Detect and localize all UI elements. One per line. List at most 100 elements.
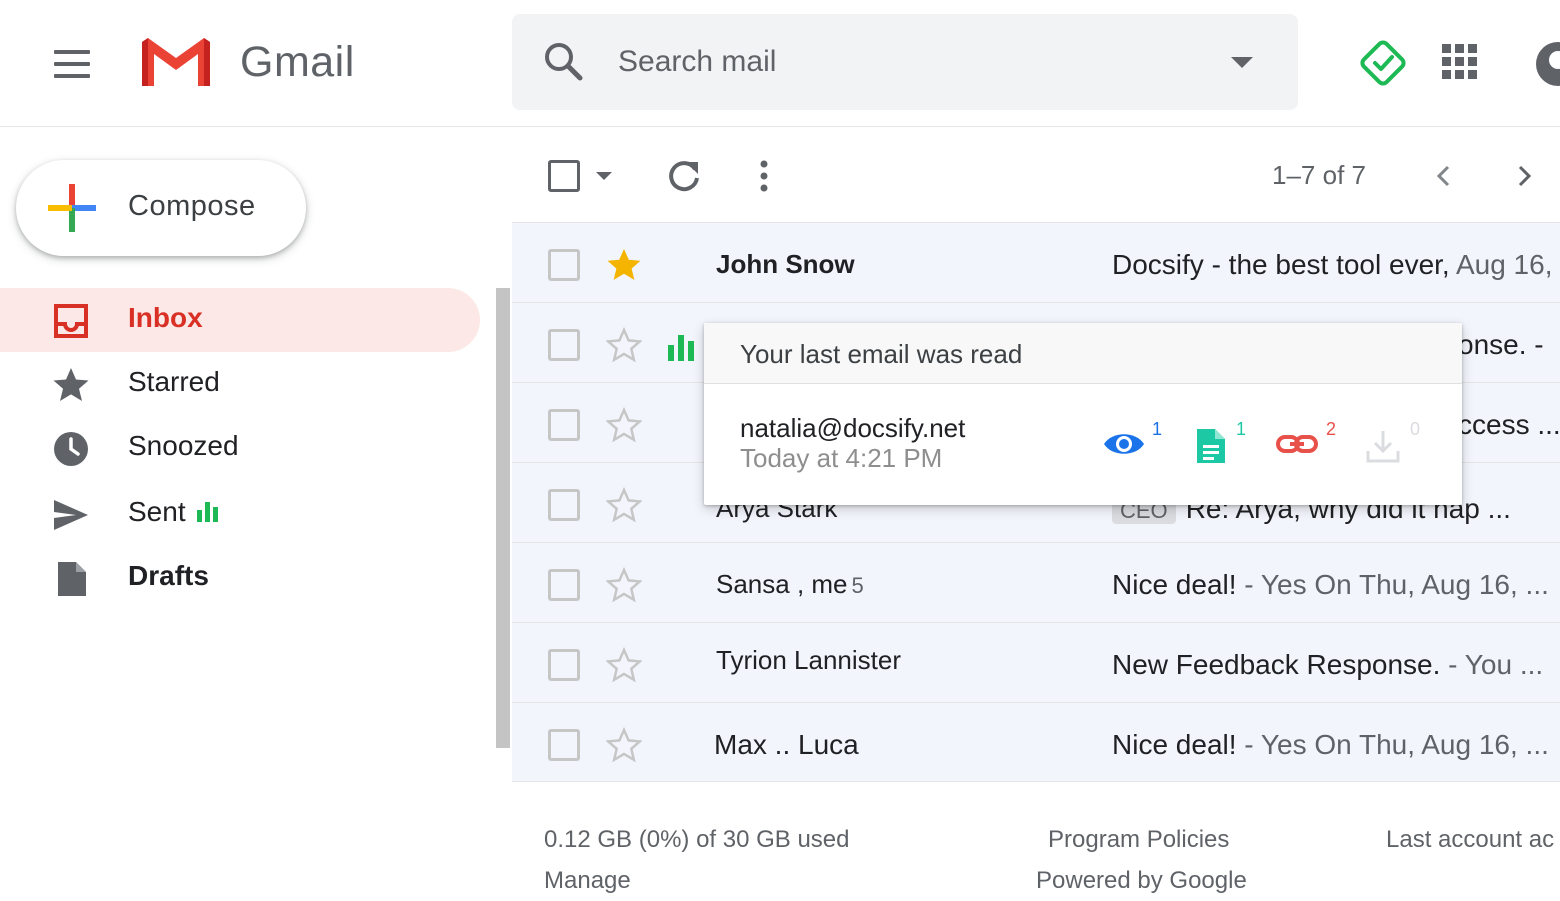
google-apps-grid-icon[interactable] xyxy=(1438,40,1482,84)
tracking-stats-icon[interactable] xyxy=(196,500,220,522)
send-icon xyxy=(54,500,88,530)
email-subject-line: New Feedback Response. - You ... xyxy=(1112,649,1543,681)
compose-button[interactable]: Compose xyxy=(16,160,306,256)
sidebar-item-label: Inbox xyxy=(128,302,203,333)
email-snippet: Aug 16, xyxy=(1449,249,1553,280)
read-timestamp: Today at 4:21 PM xyxy=(740,443,943,473)
docsify-extension-icon[interactable] xyxy=(1358,38,1408,88)
search-bar[interactable] xyxy=(512,14,1298,110)
star-icon xyxy=(53,368,89,401)
chevron-right-icon[interactable] xyxy=(1508,160,1540,192)
read-receipt-popup: Your last email was read natalia@docsify… xyxy=(704,323,1462,505)
email-snippet: - Yes On Thu, Aug 16, ... xyxy=(1236,569,1549,600)
link-icon xyxy=(1276,435,1318,453)
row-checkbox[interactable] xyxy=(548,649,580,681)
sidebar-item-snoozed[interactable]: Snoozed xyxy=(0,416,480,480)
email-snippet: - You ... xyxy=(1440,649,1544,680)
draft-icon xyxy=(58,562,86,596)
sidebar-item-label: Drafts xyxy=(128,560,209,591)
star-outline-icon[interactable] xyxy=(606,647,642,683)
select-all-checkbox[interactable] xyxy=(548,160,580,192)
email-subject: Nice deal! xyxy=(1112,569,1237,600)
star-outline-icon[interactable] xyxy=(606,487,642,523)
links-metric[interactable]: 2 xyxy=(1276,419,1348,465)
email-row[interactable]: John Snow Docsify - the best tool ever, … xyxy=(512,222,1560,302)
email-sender: Max .. Luca xyxy=(714,729,859,760)
chevron-left-icon[interactable] xyxy=(1428,160,1460,192)
compose-plus-icon xyxy=(48,184,96,232)
gmail-wordmark[interactable]: Gmail xyxy=(240,38,355,87)
manage-storage-link[interactable]: Manage xyxy=(544,867,631,895)
sidebar-item-inbox[interactable]: Inbox xyxy=(0,288,480,352)
documents-metric[interactable]: 1 xyxy=(1194,419,1266,465)
star-outline-icon[interactable] xyxy=(606,727,642,763)
star-outline-icon[interactable] xyxy=(606,327,642,363)
email-subject: Nice deal! xyxy=(1112,729,1237,760)
email-list: John Snow Docsify - the best tool ever, … xyxy=(512,222,1560,788)
row-checkbox[interactable] xyxy=(548,409,580,441)
search-options-caret-icon[interactable] xyxy=(1226,48,1258,76)
email-subject: Docsify - the best tool ever, xyxy=(1112,249,1450,280)
document-icon xyxy=(1197,429,1225,463)
storage-usage: 0.12 GB (0%) of 30 GB used xyxy=(544,826,850,853)
email-subject-line: Docsify - the best tool ever, Aug 16, xyxy=(1112,249,1552,281)
email-subject: New Feedback Response. xyxy=(1112,649,1441,680)
email-snippet: onse. - xyxy=(1458,329,1544,360)
star-filled-icon[interactable] xyxy=(606,247,642,283)
row-checkbox[interactable] xyxy=(548,569,580,601)
inbox-icon xyxy=(54,304,88,338)
popup-header: Your last email was read xyxy=(704,323,1462,384)
email-sender: John Snow xyxy=(716,249,855,279)
more-options-icon[interactable] xyxy=(750,156,778,196)
last-account-activity: Last account ac xyxy=(1386,826,1555,853)
email-snippet: ccess ... xyxy=(1458,409,1560,440)
email-snippet: - Yes On Thu, Aug 16, ... xyxy=(1236,729,1549,760)
sidebar-item-drafts[interactable]: Drafts xyxy=(0,546,480,610)
compose-label: Compose xyxy=(128,190,256,222)
header-bar: Gmail xyxy=(0,0,1560,127)
gmail-logo-icon[interactable] xyxy=(138,34,214,90)
views-metric[interactable]: 1 xyxy=(1102,419,1174,465)
select-options-caret-icon[interactable] xyxy=(592,168,616,184)
main-menu-button[interactable] xyxy=(48,40,96,88)
tracking-stats-icon[interactable] xyxy=(666,333,696,361)
account-avatar-icon[interactable] xyxy=(1534,40,1560,88)
downloads-metric[interactable]: 0 xyxy=(1364,419,1436,465)
search-input[interactable] xyxy=(616,36,1180,88)
email-row[interactable]: Max .. Luca Nice deal! - Yes On Thu, Aug… xyxy=(512,702,1560,782)
email-row[interactable]: Sansa , me 5 Nice deal! - Yes On Thu, Aug… xyxy=(512,542,1560,622)
sidebar-item-label: Sent xyxy=(128,496,186,527)
email-sender: Sansa , me xyxy=(716,569,848,599)
clock-icon xyxy=(54,432,88,466)
row-checkbox[interactable] xyxy=(548,489,580,521)
email-sender: Tyrion Lannister xyxy=(716,645,901,675)
sidebar-scrollbar[interactable] xyxy=(496,288,510,748)
refresh-icon[interactable] xyxy=(664,156,704,196)
sidebar-item-sent[interactable]: Sent xyxy=(0,482,480,546)
pagination-count: 1–7 of 7 xyxy=(1272,160,1366,190)
email-subject-line: Nice deal! - Yes On Thu, Aug 16, ... xyxy=(1112,569,1549,601)
popup-title: Your last email was read xyxy=(740,339,1023,369)
thread-count: 5 xyxy=(851,573,864,598)
sidebar-item-label: Starred xyxy=(128,366,220,397)
row-checkbox[interactable] xyxy=(548,249,580,281)
email-subject-line: Nice deal! - Yes On Thu, Aug 16, ... xyxy=(1112,729,1549,761)
links-count: 2 xyxy=(1326,419,1337,439)
email-sender-group: Sansa , me 5 xyxy=(716,569,864,600)
eye-icon xyxy=(1104,434,1144,454)
downloads-count: 0 xyxy=(1410,419,1421,439)
sidebar-item-label: Snoozed xyxy=(128,430,239,461)
documents-count: 1 xyxy=(1236,419,1247,439)
sidebar-item-starred[interactable]: Starred xyxy=(0,352,480,416)
views-count: 1 xyxy=(1152,419,1163,439)
powered-by-google: Powered by Google xyxy=(1036,867,1247,894)
download-icon xyxy=(1366,431,1400,463)
row-checkbox[interactable] xyxy=(548,329,580,361)
star-outline-icon[interactable] xyxy=(606,567,642,603)
star-outline-icon[interactable] xyxy=(606,407,642,443)
row-checkbox[interactable] xyxy=(548,729,580,761)
program-policies-link[interactable]: Program Policies xyxy=(1048,826,1229,854)
email-row[interactable]: Tyrion Lannister New Feedback Response. … xyxy=(512,622,1560,702)
search-icon[interactable] xyxy=(542,40,586,84)
recipient-email: natalia@docsify.net xyxy=(740,413,966,443)
